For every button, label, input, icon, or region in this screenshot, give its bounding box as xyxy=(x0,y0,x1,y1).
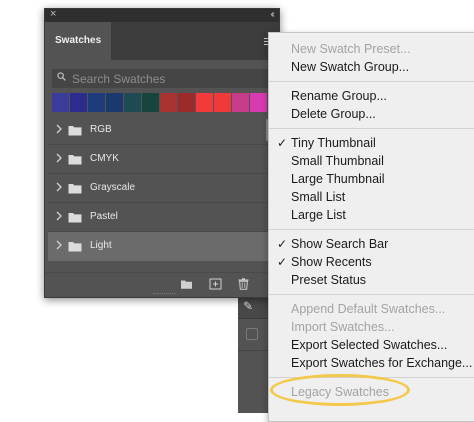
menu-item[interactable]: Large List xyxy=(291,206,346,224)
chevron-right-icon[interactable] xyxy=(55,124,63,134)
search-bar xyxy=(52,69,274,88)
swatch-group-row[interactable]: Light xyxy=(48,232,278,261)
menu-item: Import Swatches... xyxy=(291,320,395,334)
recent-swatch[interactable] xyxy=(196,93,213,112)
recent-swatch[interactable] xyxy=(106,93,123,112)
menu-item[interactable]: Export Swatches for Exchange... xyxy=(291,354,472,372)
menu-item: New Swatch Preset... xyxy=(291,42,411,56)
menu-item[interactable]: Export Selected Swatches... xyxy=(291,336,447,354)
swatch-group-label: Light xyxy=(90,240,112,251)
recent-swatch[interactable] xyxy=(142,93,159,112)
menu-item[interactable]: Show Search Bar xyxy=(291,235,388,253)
swatch-group-label: Pastel xyxy=(90,211,118,222)
menu-item[interactable]: Small Thumbnail xyxy=(291,152,384,170)
panel-titlebar: × ‹‹ xyxy=(45,8,279,22)
checkmark-icon: ✓ xyxy=(277,136,288,150)
swatches-flyout-menu: New Swatch Preset... New Swatch Group... R… xyxy=(268,32,474,422)
swatch-group-label: CMYK xyxy=(90,153,119,164)
menu-item: Append Default Swatches... xyxy=(291,302,446,316)
menu-item[interactable]: Large Thumbnail xyxy=(291,170,385,188)
swatch-group-row[interactable]: Pastel xyxy=(48,203,278,232)
recent-swatch[interactable] xyxy=(124,93,141,112)
folder-icon xyxy=(68,155,82,165)
chevron-right-icon[interactable] xyxy=(55,211,63,221)
folder-icon xyxy=(68,242,82,252)
chevron-right-icon[interactable] xyxy=(55,182,63,192)
menu-item[interactable]: Show Recents xyxy=(291,253,372,271)
menu-item[interactable]: Rename Group... xyxy=(291,87,387,105)
menu-item[interactable]: New Swatch Group... xyxy=(291,58,409,76)
tab-label: Swatches xyxy=(55,35,102,46)
menu-item[interactable]: Tiny Thumbnail xyxy=(291,134,376,152)
tab-swatches[interactable]: Swatches xyxy=(45,22,111,60)
swatch-group-label: RGB xyxy=(90,124,112,135)
panel-tabbar: Swatches xyxy=(45,22,279,60)
menu-item[interactable]: Preset Status xyxy=(291,271,366,289)
recent-swatch[interactable] xyxy=(250,93,267,112)
menu-separator xyxy=(269,294,474,295)
background-checkbox[interactable] xyxy=(246,328,258,340)
menu-item[interactable]: Small List xyxy=(291,188,345,206)
recent-swatch[interactable] xyxy=(160,93,177,112)
new-folder-icon[interactable] xyxy=(180,278,193,290)
search-icon xyxy=(57,72,66,81)
chevron-right-icon[interactable] xyxy=(55,240,63,250)
swatch-group-row[interactable]: Grayscale xyxy=(48,174,278,203)
swatch-group-list: RGB CMYK Grayscale Pastel Light xyxy=(48,116,278,261)
swatch-group-row[interactable]: RGB xyxy=(48,116,278,145)
search-input[interactable] xyxy=(72,71,267,86)
new-swatch-icon[interactable] xyxy=(209,278,222,290)
folder-icon xyxy=(68,184,82,194)
chevron-right-icon[interactable] xyxy=(55,153,63,163)
swatch-group-label: Grayscale xyxy=(90,182,136,193)
folder-icon xyxy=(68,126,82,136)
trash-icon[interactable] xyxy=(237,278,250,290)
recent-swatch[interactable] xyxy=(52,93,69,112)
highlight-annotation xyxy=(270,374,410,406)
recent-swatch[interactable] xyxy=(88,93,105,112)
close-icon[interactable]: × xyxy=(50,8,56,21)
double-chevron-icon[interactable]: ‹‹ xyxy=(270,8,274,21)
swatch-group-row[interactable]: CMYK xyxy=(48,145,278,174)
recent-swatches xyxy=(52,93,274,112)
recent-swatch[interactable] xyxy=(214,93,231,112)
menu-item[interactable]: Delete Group... xyxy=(291,105,376,123)
menu-separator xyxy=(269,229,474,230)
recent-swatch[interactable] xyxy=(178,93,195,112)
menu-separator xyxy=(269,81,474,82)
menu-separator xyxy=(269,128,474,129)
swatches-panel: × ‹‹ Swatches RGB CMYK Grayscale Pastel Ligh… xyxy=(44,8,280,298)
recent-swatch[interactable] xyxy=(70,93,87,112)
folder-icon xyxy=(68,213,82,223)
checkmark-icon: ✓ xyxy=(277,237,288,251)
eyedropper-icon[interactable]: ✎ xyxy=(243,299,257,313)
recent-swatch[interactable] xyxy=(232,93,249,112)
checkmark-icon: ✓ xyxy=(277,255,288,269)
resize-grip[interactable] xyxy=(153,293,175,296)
